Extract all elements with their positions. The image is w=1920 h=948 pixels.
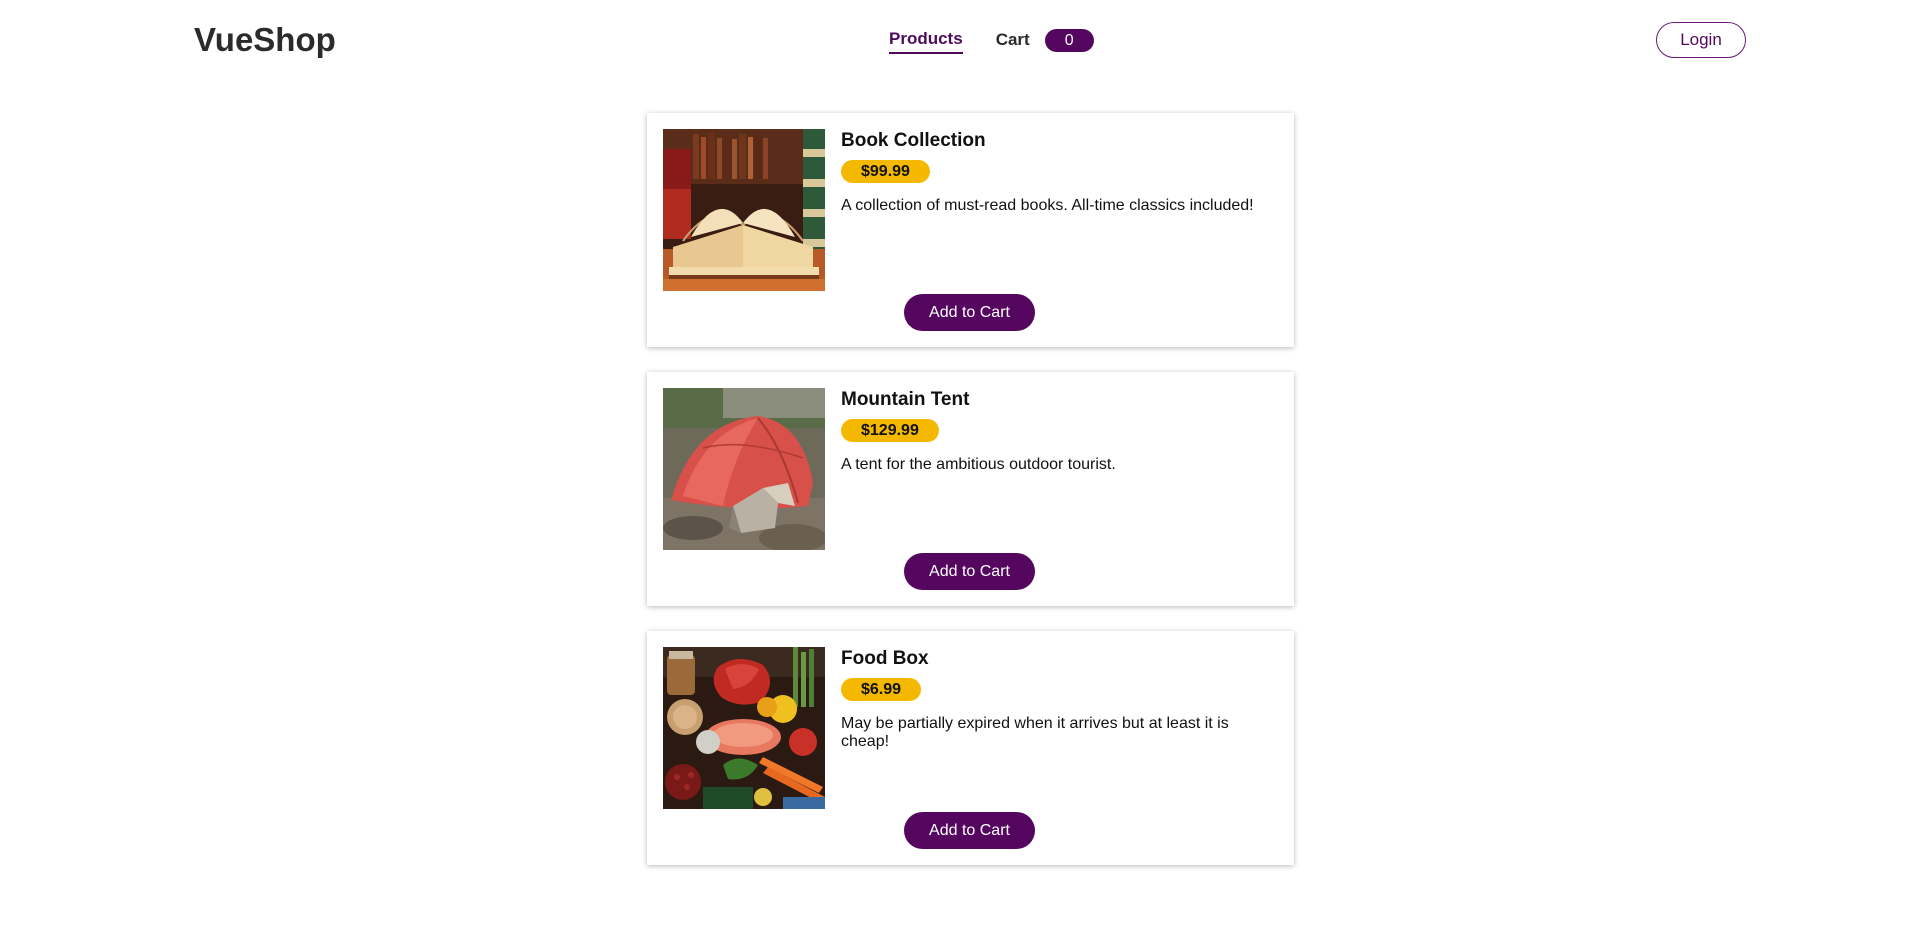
nav-cart-link[interactable]: Cart [996, 27, 1030, 53]
product-card: Mountain Tent $129.99 A tent for the amb… [647, 372, 1294, 606]
books-photo [663, 129, 825, 291]
price-badge: $6.99 [841, 678, 922, 701]
product-list: Book Collection $99.99 A collection of m… [647, 113, 1294, 890]
price-badge: $99.99 [841, 160, 930, 183]
nav-cart[interactable]: Cart 0 [996, 27, 1094, 53]
product-name: Food Box [841, 648, 929, 669]
product-image-books [663, 129, 825, 291]
site-logo[interactable]: VueShop [194, 19, 336, 61]
food-assortment-photo [663, 647, 825, 809]
add-to-cart-button[interactable]: Add to Cart [904, 812, 1035, 849]
product-card: Book Collection $99.99 A collection of m… [647, 113, 1294, 347]
product-image-tent [663, 388, 825, 550]
login-button[interactable]: Login [1656, 22, 1746, 58]
product-description: May be partially expired when it arrives… [841, 715, 1229, 750]
product-name: Mountain Tent [841, 389, 970, 410]
red-tent-photo [663, 388, 825, 550]
price-badge: $129.99 [841, 419, 939, 442]
cart-count-badge: 0 [1044, 28, 1094, 52]
nav-products-link[interactable]: Products [889, 26, 963, 54]
product-description: A tent for the ambitious outdoor tourist… [841, 456, 1116, 473]
product-name: Book Collection [841, 130, 986, 151]
product-description: A collection of must-read books. All-tim… [841, 197, 1254, 214]
add-to-cart-button[interactable]: Add to Cart [904, 553, 1035, 590]
add-to-cart-button[interactable]: Add to Cart [904, 294, 1035, 331]
main-nav: Products Cart 0 [889, 26, 1094, 54]
product-image-food [663, 647, 825, 809]
site-header: VueShop Products Cart 0 Login [0, 0, 1920, 80]
product-card: Food Box $6.99 May be partially expired … [647, 631, 1294, 865]
